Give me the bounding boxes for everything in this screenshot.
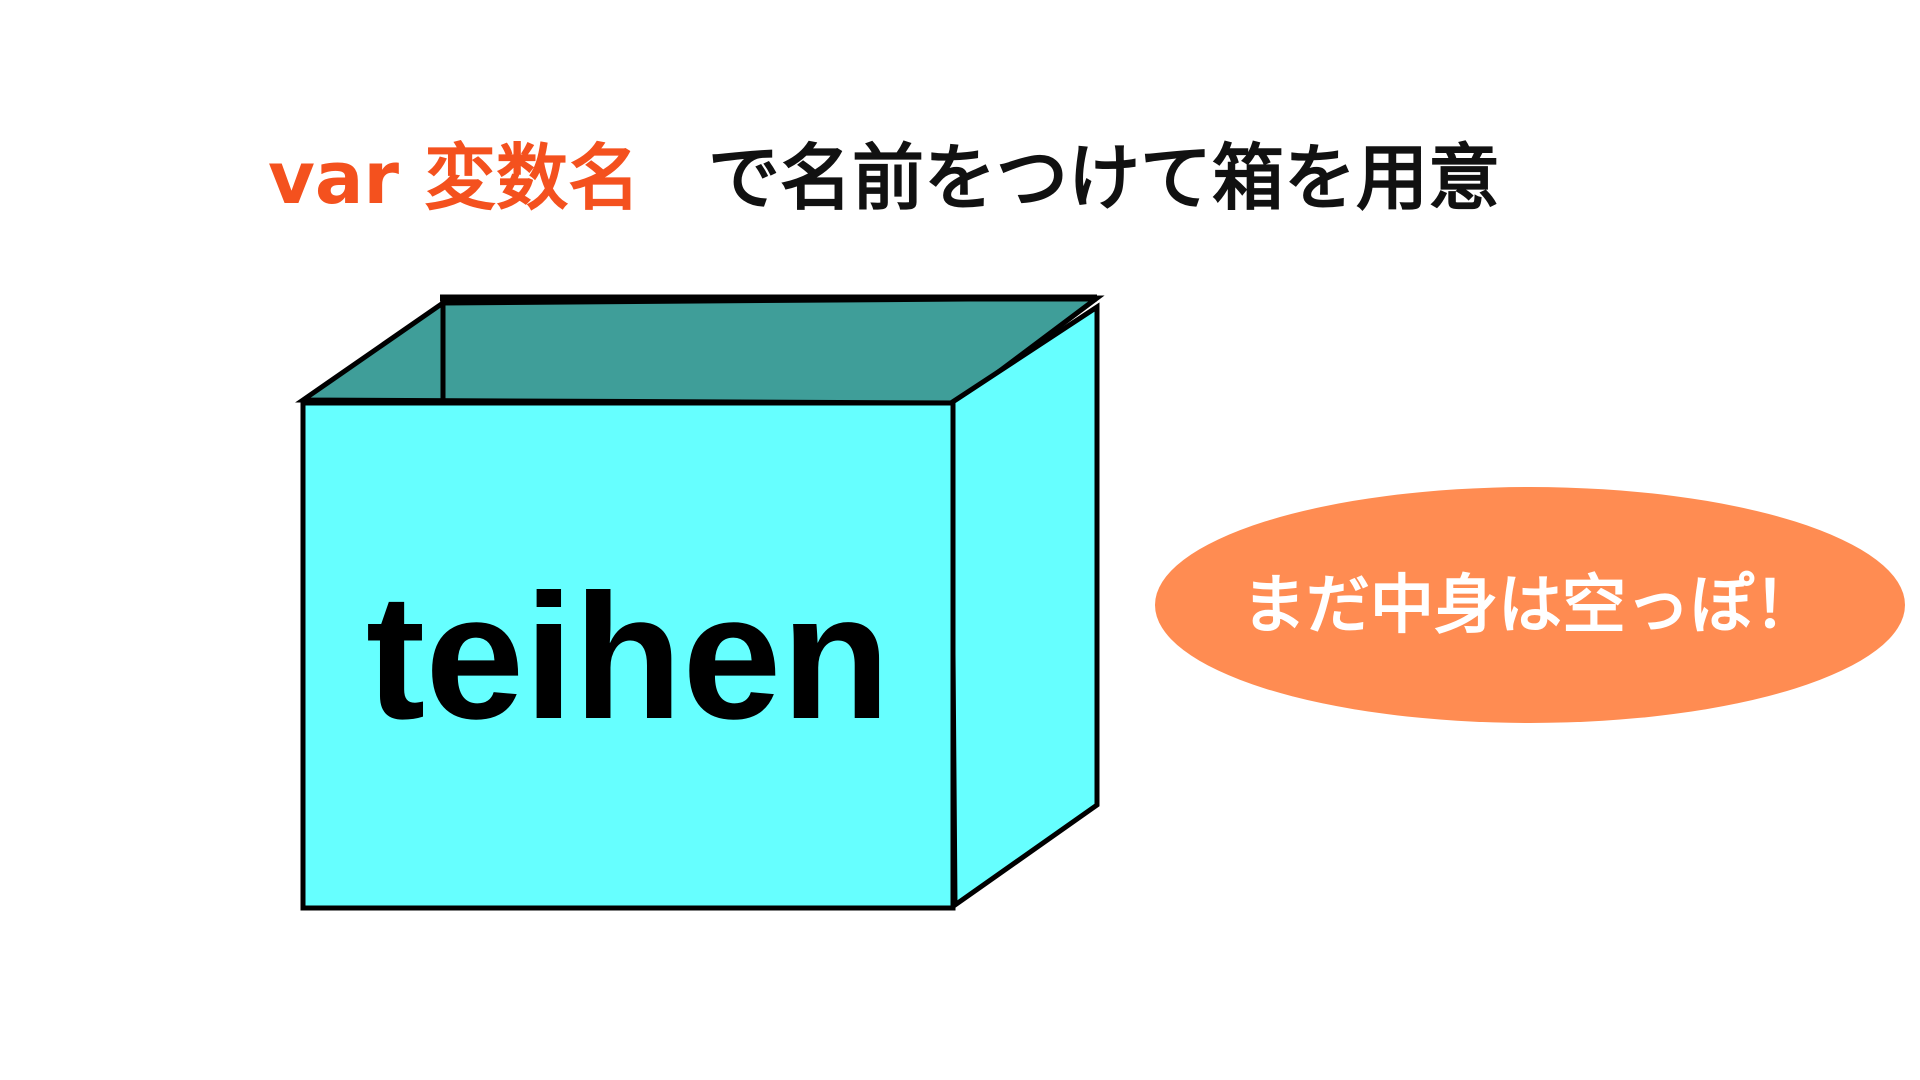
box-side xyxy=(948,302,1100,910)
bubble-text: まだ中身は空っぽ！ xyxy=(1242,569,1818,643)
box-label: teihen xyxy=(366,557,890,756)
variable-box-diagram: teihen まだ中身は空っぽ！ xyxy=(295,294,1905,911)
